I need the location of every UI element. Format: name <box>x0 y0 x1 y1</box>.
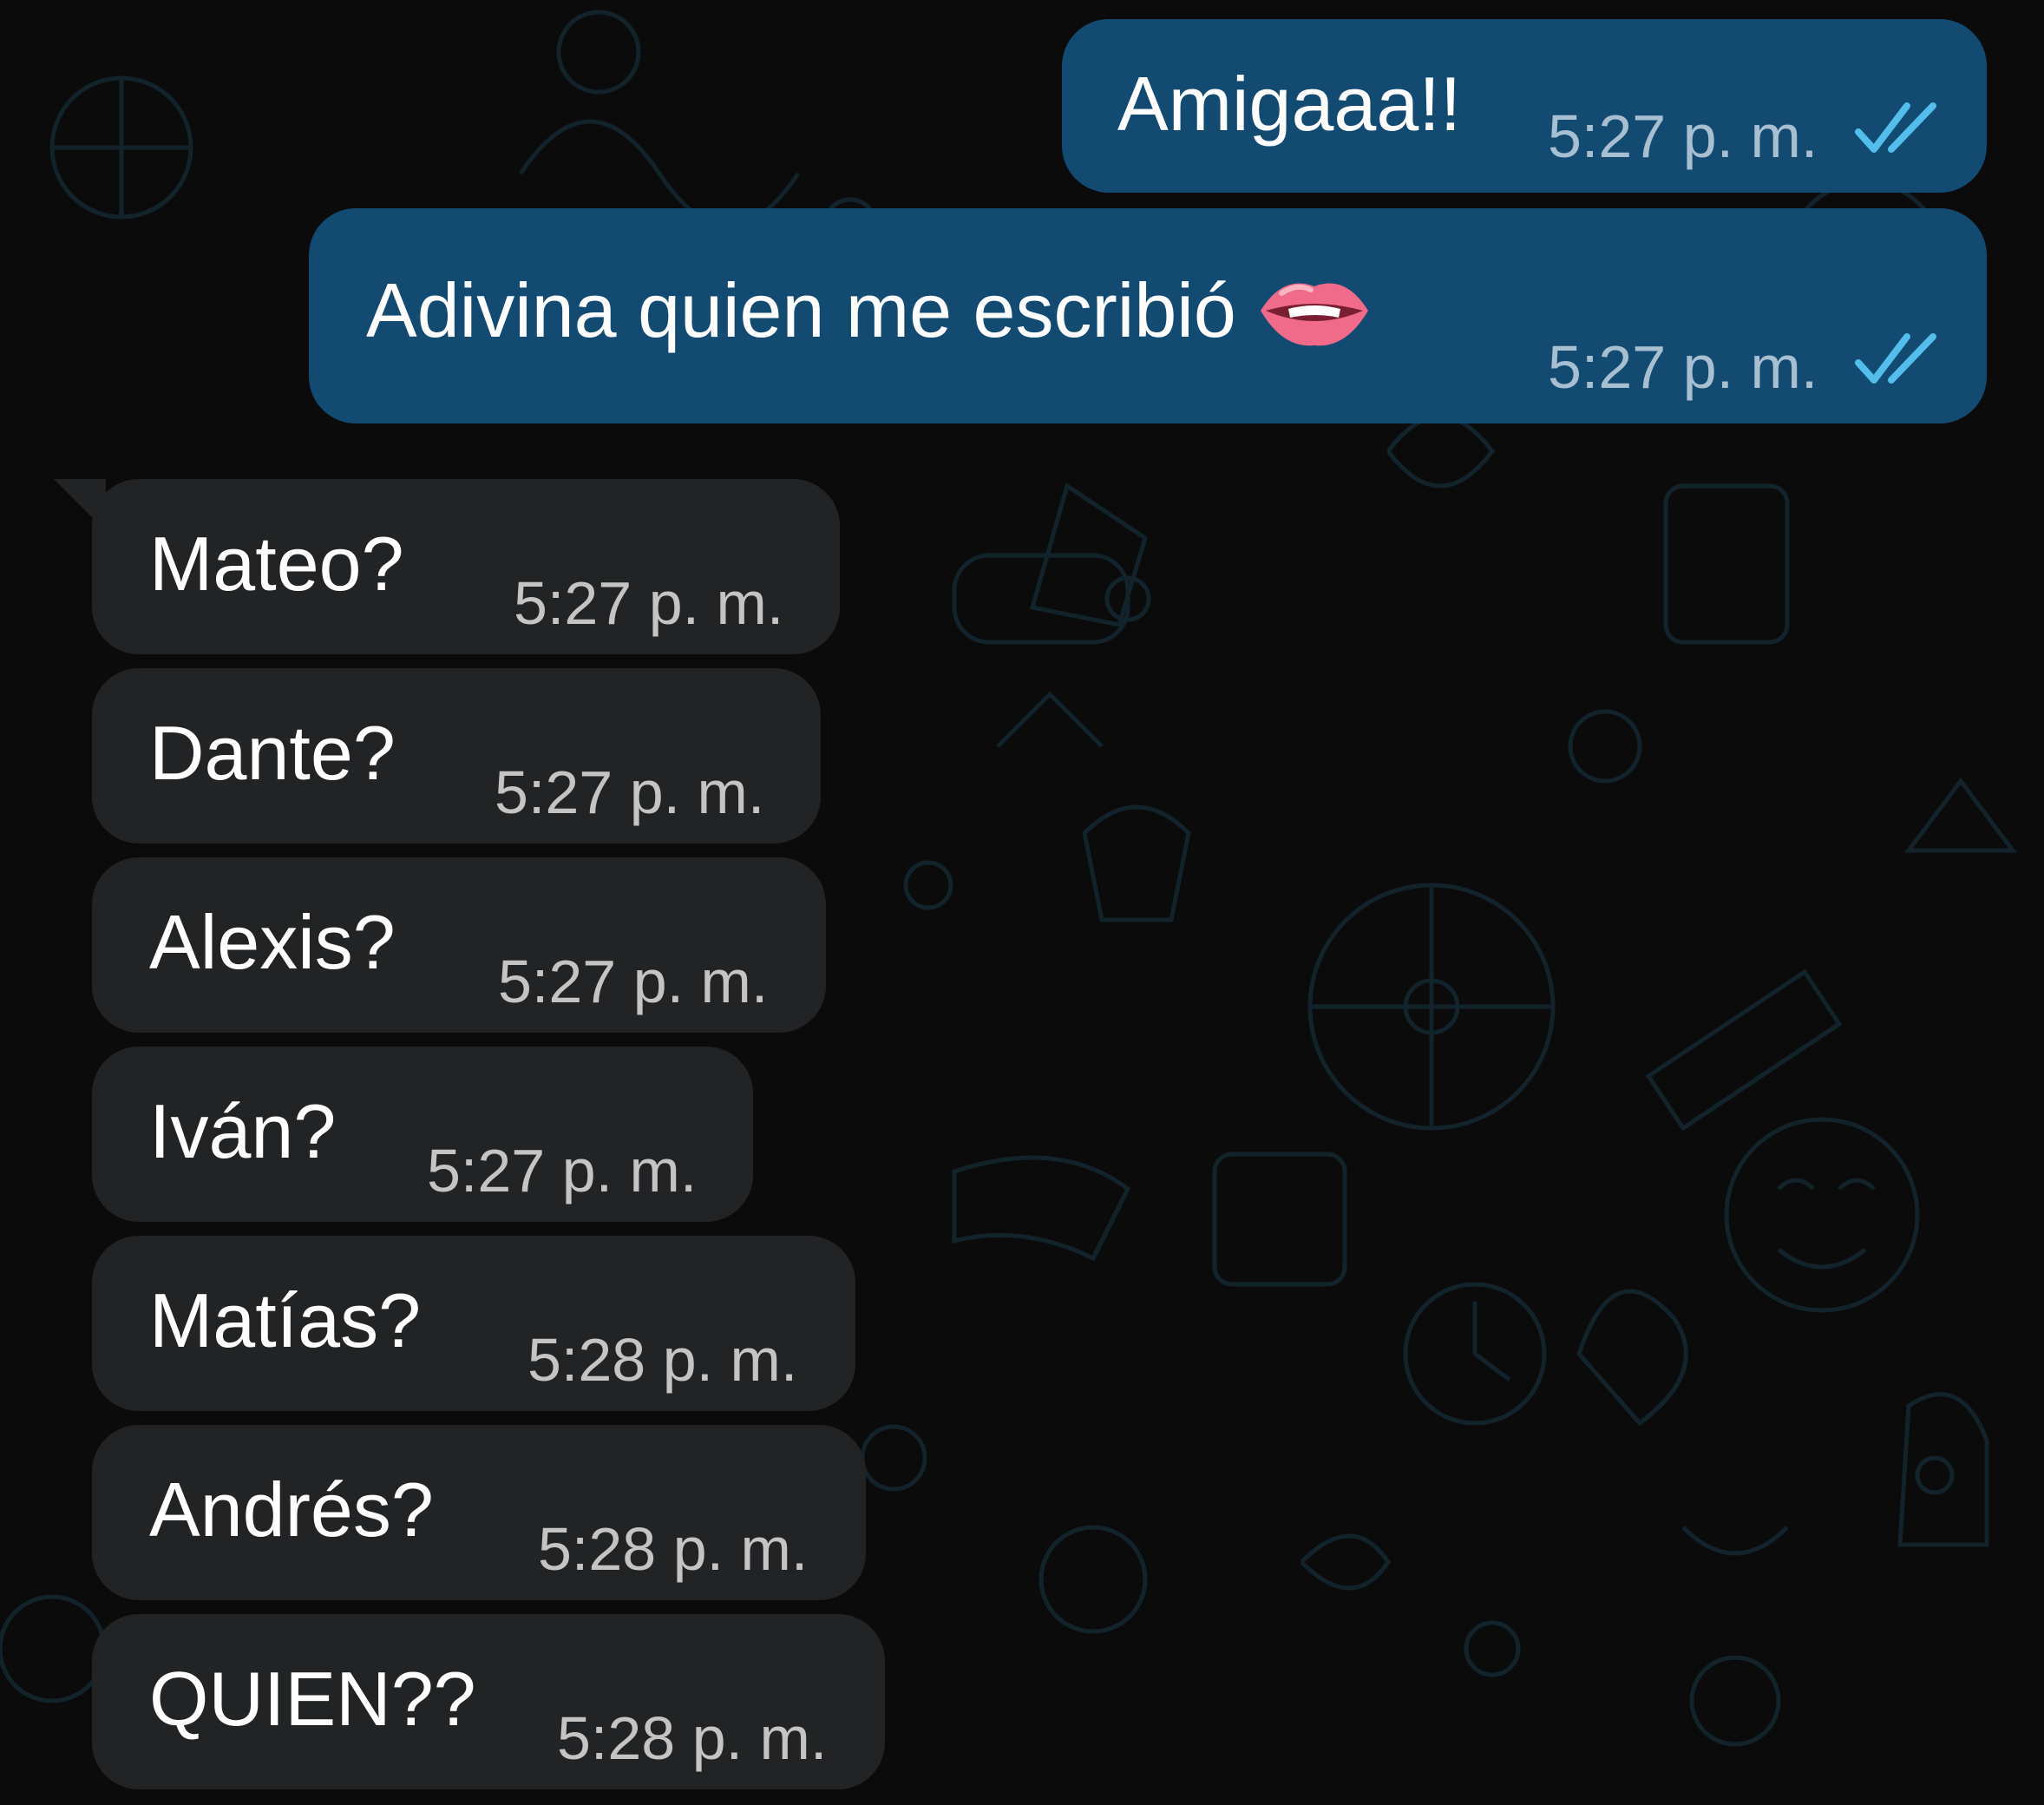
message-text: Adivina quien me escribió <box>366 271 1372 351</box>
message-text-content: Adivina quien me escribió <box>366 267 1236 353</box>
outgoing-message-bubble[interactable]: Amigaaa!! 5:27 p. m. <box>1062 19 1987 193</box>
message-text: Amigaaa!! <box>1117 61 1462 147</box>
incoming-message-bubble[interactable]: Alexis? 5:27 p. m. <box>92 857 826 1033</box>
message-text: Dante? <box>149 710 396 796</box>
message-timestamp: 5:27 p. m. <box>1548 333 1818 401</box>
incoming-message-bubble[interactable]: QUIEN?? 5:28 p. m. <box>92 1614 885 1789</box>
message-timestamp: 5:27 p. m. <box>498 948 769 1015</box>
message-timestamp: 5:28 p. m. <box>527 1326 798 1394</box>
chat-conversation[interactable]: Amigaaa!! 5:27 p. m. Adivina quien me es… <box>0 0 2044 1805</box>
message-timestamp: 5:27 p. m. <box>1548 102 1818 170</box>
message-text: Andrés? <box>149 1467 434 1552</box>
message-timestamp: 5:28 p. m. <box>557 1704 828 1772</box>
double-check-read-icon <box>1855 333 1936 384</box>
message-text: Matías? <box>149 1277 422 1363</box>
incoming-message-bubble[interactable]: Mateo? 5:27 p. m. <box>92 479 840 654</box>
lips-biting-icon <box>1260 283 1368 346</box>
message-timestamp: 5:27 p. m. <box>514 569 784 637</box>
outgoing-message-bubble[interactable]: Adivina quien me escribió 5:27 p. m. <box>309 208 1987 423</box>
double-check-read-icon <box>1855 102 1936 153</box>
incoming-message-bubble[interactable]: Matías? 5:28 p. m. <box>92 1236 855 1411</box>
incoming-message-bubble[interactable]: Dante? 5:27 p. m. <box>92 668 821 843</box>
message-timestamp: 5:27 p. m. <box>495 758 765 826</box>
message-text: QUIEN?? <box>149 1656 476 1742</box>
message-text: Alexis? <box>149 899 396 985</box>
incoming-message-bubble[interactable]: Andrés? 5:28 p. m. <box>92 1425 866 1600</box>
incoming-message-bubble[interactable]: Iván? 5:27 p. m. <box>92 1047 753 1222</box>
message-text: Iván? <box>149 1088 337 1174</box>
message-timestamp: 5:27 p. m. <box>427 1137 698 1204</box>
message-timestamp: 5:28 p. m. <box>538 1515 809 1583</box>
message-text: Mateo? <box>149 521 404 607</box>
